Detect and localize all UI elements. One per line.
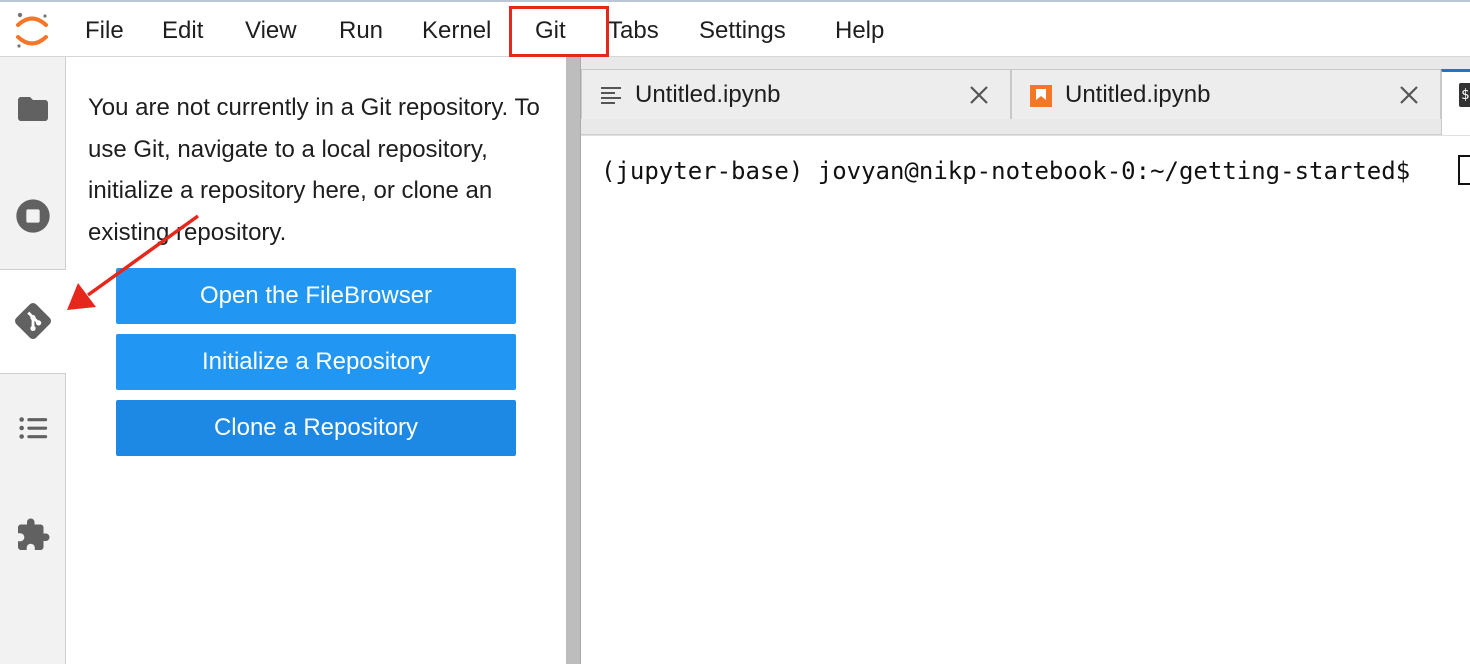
- panel-splitter[interactable]: [566, 57, 581, 664]
- main-dock-area: Untitled.ipynb Untitled.ipynb $ (jupyter…: [581, 57, 1470, 664]
- terminal-cursor: [1458, 155, 1470, 185]
- svg-text:$: $: [1461, 87, 1469, 103]
- folder-icon[interactable]: [10, 86, 56, 132]
- table-of-contents-icon[interactable]: [10, 405, 56, 451]
- menu-settings[interactable]: Settings: [699, 17, 786, 45]
- tab-terminal[interactable]: $: [1441, 69, 1470, 136]
- tab-untitled-notebook-text[interactable]: Untitled.ipynb: [581, 69, 1011, 119]
- tab-untitled-notebook[interactable]: Untitled.ipynb: [1011, 69, 1441, 119]
- stop-circle-icon[interactable]: [10, 193, 56, 239]
- terminal-view[interactable]: (jupyter-base) jovyan@nikp-notebook-0:~/…: [581, 135, 1470, 664]
- notebook-icon: [1028, 83, 1054, 109]
- git-side-panel: You are not currently in a Git repositor…: [66, 57, 566, 664]
- close-icon[interactable]: [1396, 82, 1422, 108]
- git-icon[interactable]: [10, 298, 56, 344]
- not-a-repository-message: You are not currently in a Git repositor…: [88, 94, 540, 246]
- terminal-icon: $: [1459, 83, 1470, 107]
- menu-tabs[interactable]: Tabs: [608, 17, 659, 45]
- terminal-prompt: (jupyter-base) jovyan@nikp-notebook-0:~/…: [601, 157, 1425, 185]
- tab-bar: Untitled.ipynb Untitled.ipynb $: [581, 57, 1470, 136]
- tab-label: Untitled.ipynb: [635, 81, 781, 108]
- menu-file[interactable]: File: [85, 17, 124, 45]
- extension-puzzle-icon[interactable]: [10, 512, 56, 558]
- tab-label: Untitled.ipynb: [1065, 81, 1211, 108]
- git-menu-highlight-box: [509, 6, 609, 57]
- menu-edit[interactable]: Edit: [162, 17, 203, 45]
- initialize-repository-button[interactable]: Initialize a Repository: [116, 334, 516, 390]
- menu-view[interactable]: View: [245, 17, 297, 45]
- jupyter-logo[interactable]: [12, 10, 52, 50]
- close-icon[interactable]: [966, 82, 992, 108]
- left-activity-bar: [0, 57, 67, 664]
- menu-run[interactable]: Run: [339, 17, 383, 45]
- clone-repository-button[interactable]: Clone a Repository: [116, 400, 516, 456]
- menu-kernel[interactable]: Kernel: [422, 17, 491, 45]
- menu-bar: File Edit View Run Kernel Git Tabs Setti…: [0, 0, 1470, 57]
- open-filebrowser-button[interactable]: Open the FileBrowser: [116, 268, 516, 324]
- text-file-icon: [598, 83, 624, 109]
- menu-help[interactable]: Help: [835, 17, 884, 45]
